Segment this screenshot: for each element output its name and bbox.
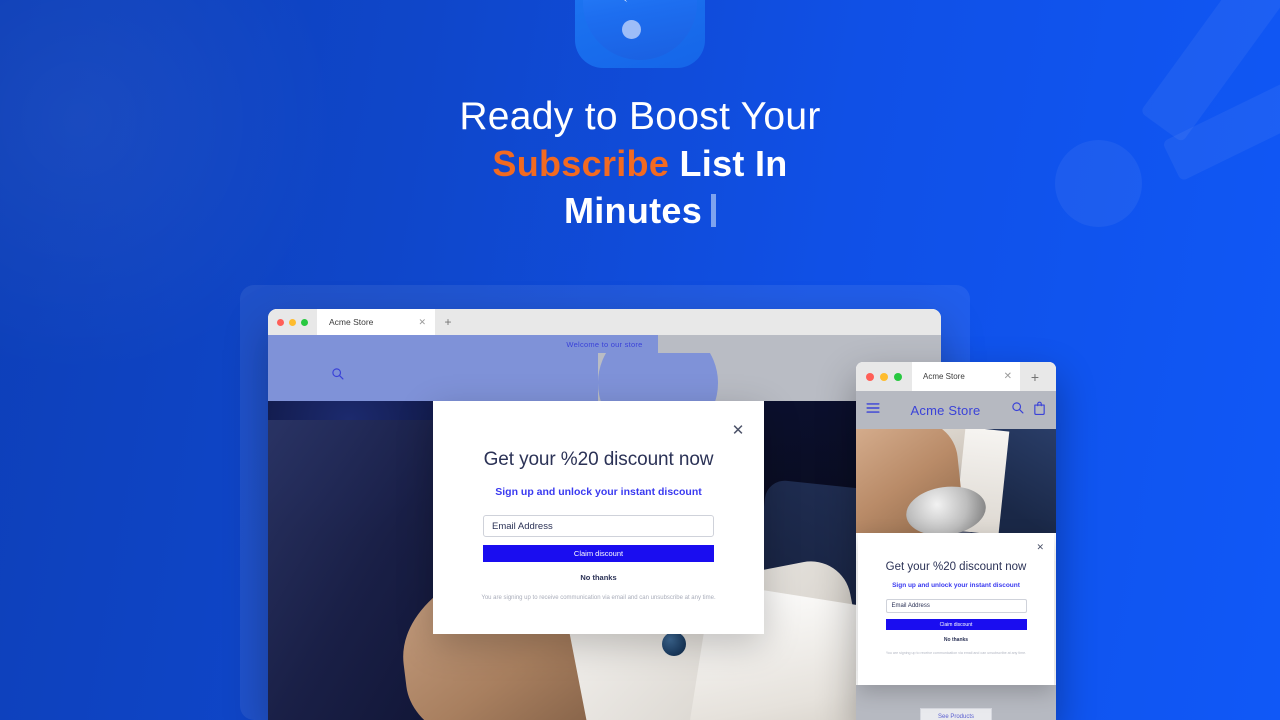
close-window-icon[interactable] bbox=[866, 372, 874, 381]
minimize-window-icon[interactable] bbox=[289, 318, 296, 326]
mobile-store-header: Acme Store bbox=[856, 391, 1056, 429]
browser-tab[interactable]: Acme Store ✕ bbox=[317, 309, 435, 335]
email-input-placeholder: Email Address bbox=[891, 603, 930, 609]
headline-line-2-rest: List In bbox=[669, 143, 788, 184]
store-announcement-text: Welcome to our store bbox=[566, 339, 643, 349]
store-brand-name: Acme Store bbox=[910, 402, 981, 418]
modal-disclaimer: You are signing up to receive communicat… bbox=[481, 595, 716, 601]
claim-discount-button[interactable]: Claim discount bbox=[885, 619, 1027, 630]
promotional-banner: Ready to Boost Your Subscribe List In Mi… bbox=[0, 0, 1280, 720]
modal-close-icon[interactable]: ✕ bbox=[730, 423, 746, 439]
search-icon[interactable] bbox=[331, 367, 344, 385]
new-tab-icon[interactable]: + bbox=[1020, 369, 1050, 385]
email-input[interactable]: Email Address bbox=[483, 515, 714, 537]
mobile-modal-disclaimer: You are signing up to receive communicat… bbox=[885, 651, 1027, 655]
close-window-icon[interactable] bbox=[277, 318, 284, 326]
email-input[interactable]: Email Address bbox=[885, 599, 1027, 613]
mobile-store-body: See Products bbox=[856, 685, 1056, 720]
mobile-tab-bar: Acme Store ✕ + bbox=[856, 362, 1056, 391]
discount-modal: ✕ Get your %20 discount now Sign up and … bbox=[433, 401, 764, 634]
no-thanks-link[interactable]: No thanks bbox=[433, 573, 764, 582]
no-thanks-link[interactable]: No thanks bbox=[858, 637, 1054, 643]
store-announcement-bar: Welcome to our store bbox=[268, 335, 941, 353]
search-icon[interactable] bbox=[1011, 401, 1024, 419]
headline-line-3-text: Minutes bbox=[563, 190, 703, 231]
modal-title: Get your %20 discount now bbox=[483, 449, 714, 470]
browser-tab-title: Acme Store bbox=[329, 317, 374, 327]
modal-subtitle: Sign up and unlock your instant discount bbox=[495, 486, 702, 498]
hamburger-menu-icon[interactable] bbox=[866, 401, 880, 419]
mobile-browser-window: Acme Store ✕ + Acme Store ✕ Get your %20… bbox=[856, 362, 1056, 720]
headline-line-1: Ready to Boost Your bbox=[459, 95, 821, 138]
desktop-tab-bar: Acme Store ✕ + bbox=[268, 309, 941, 335]
window-traffic-lights bbox=[268, 318, 317, 326]
new-tab-icon[interactable]: + bbox=[435, 315, 461, 329]
email-input-placeholder: Email Address bbox=[492, 520, 553, 532]
headline-line-3: Minutes bbox=[0, 187, 1280, 234]
minimize-window-icon[interactable] bbox=[880, 372, 888, 381]
safari-compass-icon bbox=[575, 0, 705, 68]
store-header bbox=[268, 353, 941, 401]
typing-caret bbox=[711, 194, 717, 227]
tab-close-icon[interactable]: ✕ bbox=[1004, 371, 1012, 382]
mobile-browser-tab-title: Acme Store bbox=[923, 372, 965, 381]
headline: Ready to Boost Your Subscribe List In Mi… bbox=[0, 93, 1280, 234]
mobile-modal-title: Get your %20 discount now bbox=[885, 561, 1027, 573]
headline-accent-word: Subscribe bbox=[492, 143, 670, 184]
claim-discount-button[interactable]: Claim discount bbox=[483, 545, 714, 562]
mobile-browser-tab[interactable]: Acme Store ✕ bbox=[912, 362, 1020, 391]
mobile-modal-subtitle: Sign up and unlock your instant discount bbox=[892, 582, 1020, 589]
see-products-button[interactable]: See Products bbox=[920, 708, 992, 720]
mobile-discount-modal: ✕ Get your %20 discount now Sign up and … bbox=[858, 533, 1054, 685]
mobile-window-traffic-lights bbox=[856, 372, 912, 381]
zoom-window-icon[interactable] bbox=[301, 318, 308, 326]
modal-close-icon[interactable]: ✕ bbox=[1036, 542, 1044, 553]
shopping-bag-icon[interactable] bbox=[1033, 401, 1046, 420]
tab-close-icon[interactable]: ✕ bbox=[418, 317, 426, 328]
zoom-window-icon[interactable] bbox=[894, 372, 902, 381]
headline-line-2: Subscribe List In bbox=[0, 140, 1280, 187]
mobile-store-hero-image bbox=[856, 429, 1056, 533]
mobile-header-icons bbox=[1011, 401, 1046, 420]
